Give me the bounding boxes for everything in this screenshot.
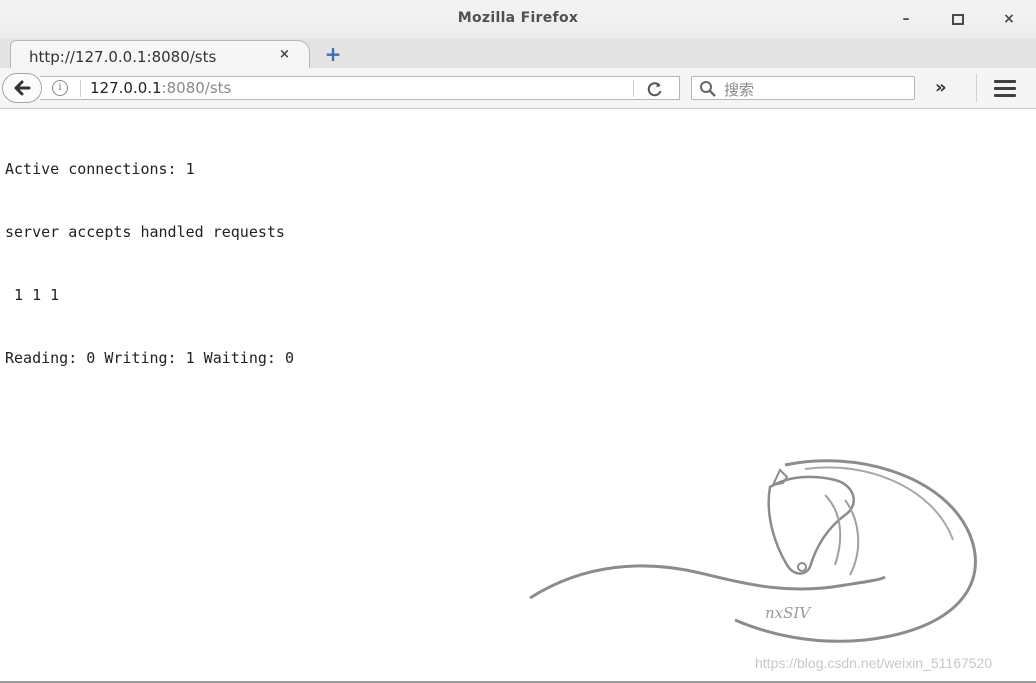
maximize-icon [952,14,964,25]
back-arrow-icon [14,80,31,96]
search-placeholder: 搜索 [724,81,755,99]
window-titlebar: Mozilla Firefox – × [0,0,1036,39]
hamburger-menu-icon[interactable] [994,80,1016,101]
overflow-menu-icon[interactable]: » [935,77,947,98]
tab-active[interactable]: http://127.0.0.1:8080/sts × [10,40,310,68]
back-button[interactable] [2,73,42,103]
navigation-bar: i 127.0.0.1:8080/sts 搜索 » [0,68,1036,109]
logo-text: nxSIV [765,604,812,622]
tab-label: http://127.0.0.1:8080/sts [29,48,217,66]
url-host: 127.0.0.1 [90,79,162,97]
server-header-line: server accepts handled requests [5,223,285,241]
search-bar[interactable]: 搜索 [691,76,915,100]
info-icon[interactable]: i [52,80,68,96]
server-values-line: 1 1 1 [5,286,60,304]
minimize-button[interactable]: – [894,9,918,29]
url-text[interactable]: 127.0.0.1:8080/sts [90,79,231,97]
horse-logo-icon: nxSIV [529,459,977,643]
active-connections-line: Active connections: 1 [5,160,195,178]
maximize-button[interactable] [946,9,970,29]
page-content: Active connections: 1 server accepts han… [5,117,294,390]
toolbar-separator [976,74,977,102]
new-tab-button[interactable]: + [322,44,344,64]
reading-writing-line: Reading: 0 Writing: 1 Waiting: 0 [5,349,294,367]
search-icon [700,81,716,97]
tab-close-icon[interactable]: × [279,47,290,62]
tab-strip: http://127.0.0.1:8080/sts × [0,38,1036,69]
url-path: :8080/sts [161,79,232,97]
close-button[interactable]: × [997,9,1021,29]
reload-icon[interactable] [646,80,664,98]
window-title: Mozilla Firefox [457,10,579,26]
reload-separator [633,80,634,97]
url-bar[interactable]: i 127.0.0.1:8080/sts [40,76,680,100]
url-separator [80,80,81,97]
watermark-text: https://blog.csdn.net/weixin_51167520 [755,655,993,671]
